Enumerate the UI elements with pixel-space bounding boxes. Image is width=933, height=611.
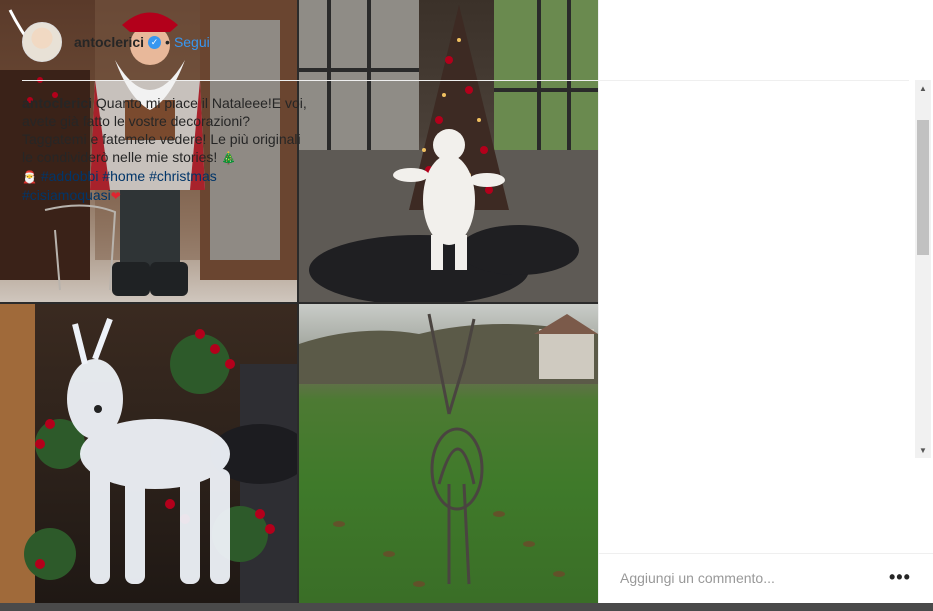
tree-scene xyxy=(299,0,598,302)
caption-username[interactable]: antoclerici xyxy=(22,95,92,111)
photo-tree-bear xyxy=(299,0,598,302)
post-caption: antoclerici Quanto mi piace il Natale​ee… xyxy=(22,94,307,205)
header-divider xyxy=(22,80,909,81)
scroll-down-icon[interactable]: ▼ xyxy=(915,442,931,458)
reindeer-scene xyxy=(0,304,297,603)
garden-scene xyxy=(299,313,598,587)
hashtag-link[interactable]: #home xyxy=(102,168,145,184)
separator-dot: • xyxy=(165,34,170,50)
comment-input[interactable] xyxy=(620,570,860,586)
post-sidebar xyxy=(598,0,933,603)
post-header: antoclerici ✓ • Segui xyxy=(22,20,210,64)
photo-light-reindeer xyxy=(0,304,297,603)
verified-badge-icon: ✓ xyxy=(148,35,162,49)
heart-icon: ❤ xyxy=(110,189,121,203)
scroll-thumb[interactable] xyxy=(917,120,929,255)
window-bottom-strip xyxy=(0,603,933,611)
hashtag-link[interactable]: #addobbi xyxy=(41,168,99,184)
follow-button[interactable]: Segui xyxy=(174,34,210,50)
username[interactable]: antoclerici xyxy=(74,34,144,50)
caption-scrollbar[interactable]: ▲ ▼ xyxy=(915,80,931,458)
hashtag-link[interactable]: #christmas xyxy=(149,168,217,184)
photo-garden-reindeer xyxy=(299,304,598,603)
santa-icon: 🎅 xyxy=(22,170,37,184)
more-options-icon[interactable]: ••• xyxy=(889,567,911,588)
scroll-up-icon[interactable]: ▲ xyxy=(915,80,931,96)
comment-bar: ••• xyxy=(598,553,933,603)
avatar[interactable] xyxy=(22,22,62,62)
hashtag-link[interactable]: #cisiamoquasi xyxy=(22,187,111,203)
christmas-tree-icon: 🎄 xyxy=(221,151,237,165)
post-photo[interactable] xyxy=(0,0,598,603)
